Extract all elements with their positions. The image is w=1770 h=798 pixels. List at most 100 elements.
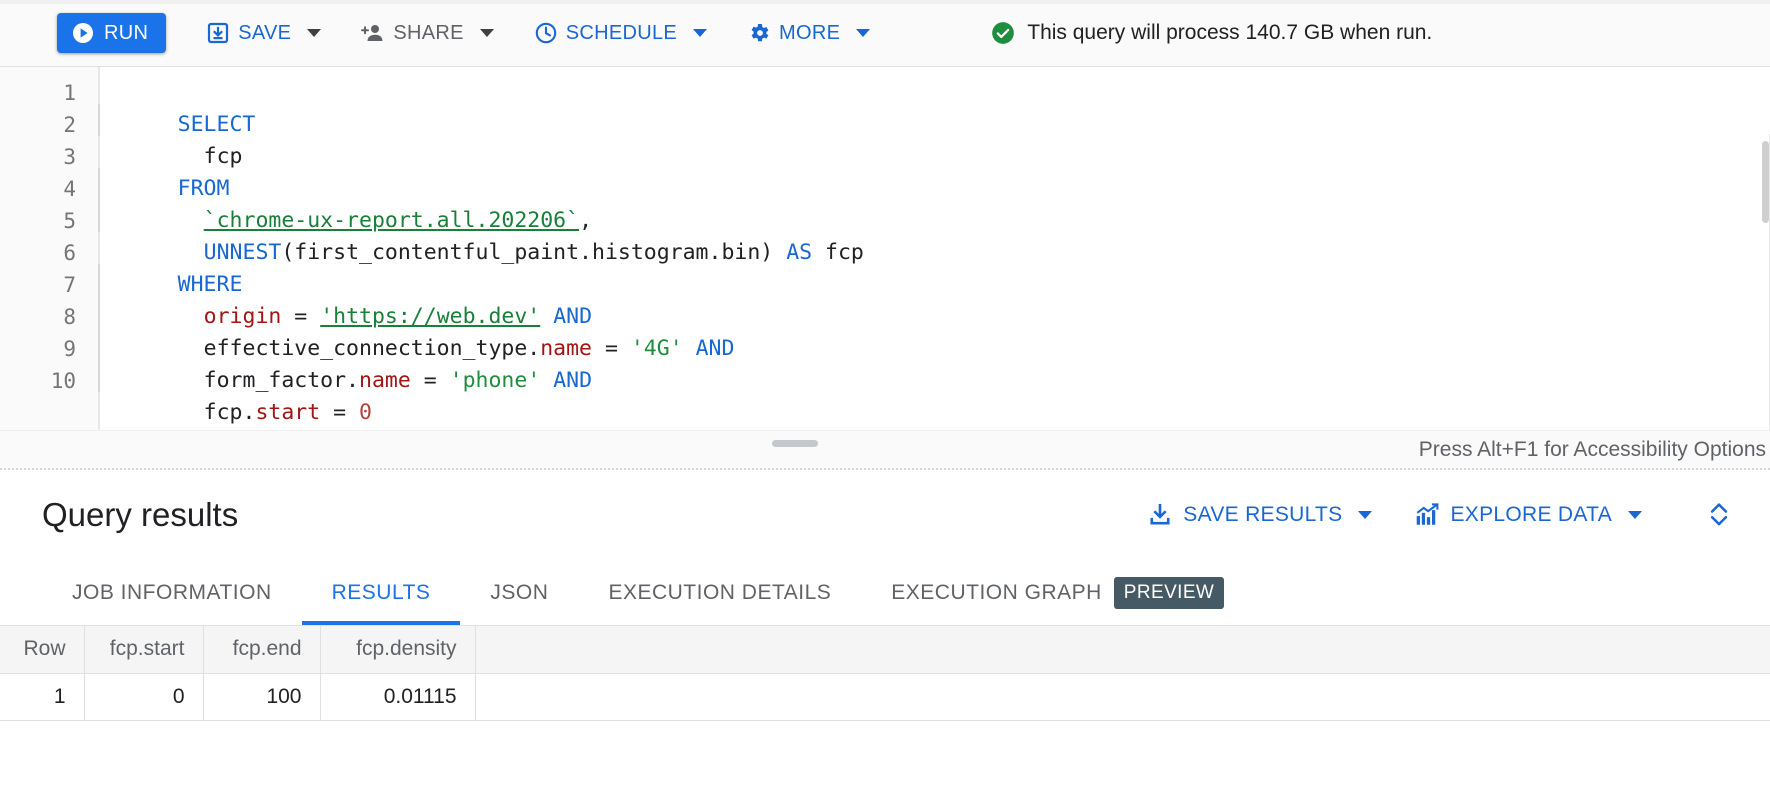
play-circle-icon [71,21,95,45]
explore-data-button[interactable]: EXPLORE DATA [1406,495,1650,535]
more-button-label: MORE [779,22,840,45]
check-circle-icon [990,20,1016,46]
column-header-filler [475,626,1770,673]
line-number: 2 [0,109,76,141]
column-header-end[interactable]: fcp.end [203,626,320,673]
tab-json[interactable]: JSON [460,560,578,625]
code-line-1: SELECT [100,77,255,109]
line-number: 1 [0,77,76,109]
code-line-7: origin = 'https://web.dev' AND [100,269,592,301]
line-number: 8 [0,301,76,333]
more-chevron-down-icon[interactable] [856,29,870,37]
token-eq: = [333,400,346,425]
tab-label: EXECUTION GRAPH [891,581,1102,605]
token-unnest-arg: (first_contentful_paint.histogram.bin) [281,240,773,265]
save-download-icon [206,21,230,45]
page-title: Query results [42,496,238,534]
tab-results[interactable]: RESULTS [302,560,461,625]
code-line-6: WHERE [100,237,242,269]
run-button[interactable]: RUN [57,13,166,53]
editor-footer: Press Alt+F1 for Accessibility Options [0,430,1770,469]
panel-splitter-handle[interactable] [772,440,818,447]
query-results-panel: Query results SAVE RESULTS [0,470,1770,798]
save-results-button[interactable]: SAVE RESULTS [1139,495,1380,535]
save-results-chevron-down-icon[interactable] [1358,511,1372,519]
schedule-button[interactable]: SCHEDULE [524,13,687,53]
person-add-icon [361,21,385,45]
column-header-start[interactable]: fcp.start [84,626,203,673]
tab-execution-details[interactable]: EXECUTION DETAILS [578,560,861,625]
save-results-label: SAVE RESULTS [1183,503,1342,527]
token-eq: = [605,336,618,361]
unfold-more-icon [1704,499,1734,532]
cell-row-number: 1 [0,673,84,720]
sql-editor[interactable]: 1 SELECT 2 fcp 3 FROM 4 `chrome-ux-repor… [0,67,1770,469]
expand-collapse-button[interactable] [1702,495,1736,535]
tab-label: JSON [490,581,548,605]
cell-fcp-start: 0 [84,673,203,720]
clock-icon [534,21,558,45]
column-header-density[interactable]: fcp.density [320,626,475,673]
run-button-label: RUN [104,22,148,45]
results-table: Row fcp.start fcp.end fcp.density 1 0 10… [0,626,1770,721]
more-button[interactable]: MORE [737,13,850,53]
code-line-10: fcp.start = 0 [100,365,372,397]
line-number: 7 [0,269,76,301]
token-fcp-alias: fcp [825,240,864,265]
line-number: 3 [0,141,76,173]
query-cost-text: This query will process 140.7 GB when ru… [1027,21,1432,45]
query-toolbar: RUN SAVE SHARE [0,0,1770,67]
status-badge: PREVIEW [1114,577,1224,609]
table-header-row: Row fcp.start fcp.end fcp.density [0,626,1770,673]
cell-fcp-end: 100 [203,673,320,720]
results-tabs: JOB INFORMATION RESULTS JSON EXECUTION D… [0,560,1770,626]
tab-execution-graph[interactable]: EXECUTION GRAPH PREVIEW [861,560,1254,625]
token-as: AS [786,240,812,265]
results-table-head: Row fcp.start fcp.end fcp.density [0,626,1770,673]
chart-icon [1414,502,1440,528]
table-row[interactable]: 1 0 100 0.01115 [0,673,1770,720]
tab-label: JOB INFORMATION [72,581,272,605]
schedule-chevron-down-icon[interactable] [693,29,707,37]
results-header: Query results SAVE RESULTS [0,470,1770,560]
download-icon [1147,502,1173,528]
explore-data-chevron-down-icon[interactable] [1628,511,1642,519]
tab-label: RESULTS [332,581,431,605]
token-zero: 0 [359,400,372,425]
code-line-4: `chrome-ux-report.all.202206`, [100,173,592,205]
editor-vertical-scrollbar[interactable] [1762,141,1769,223]
line-number: 10 [0,365,76,397]
results-header-actions: SAVE RESULTS EXPLORE DATA [1139,495,1770,535]
line-number: 9 [0,333,76,365]
token-and: AND [553,368,592,393]
schedule-button-label: SCHEDULE [566,22,677,45]
line-number: 5 [0,205,76,237]
token-4g-literal: '4G' [631,336,683,361]
save-button-label: SAVE [238,22,291,45]
accessibility-hint: Press Alt+F1 for Accessibility Options [1419,438,1766,462]
share-chevron-down-icon[interactable] [480,29,494,37]
code-line-9: form_factor.name = 'phone' AND [100,333,592,365]
code-line-2: fcp [100,109,243,141]
token-start: start [255,400,320,425]
line-number: 6 [0,237,76,269]
column-header-row[interactable]: Row [0,626,84,673]
code-line-8: effective_connection_type.name = '4G' AN… [100,301,734,333]
code-line-3: FROM [100,141,229,173]
gear-icon [747,21,771,45]
save-button[interactable]: SAVE [196,13,301,53]
share-button[interactable]: SHARE [351,13,473,53]
tab-label: EXECUTION DETAILS [608,581,831,605]
cell-fcp-density: 0.01115 [320,673,475,720]
code-line-5: UNNEST(first_contentful_paint.histogram.… [100,205,864,237]
tab-job-information[interactable]: JOB INFORMATION [42,560,302,625]
token-eq: = [424,368,437,393]
cell-filler [475,673,1770,720]
save-chevron-down-icon[interactable] [307,29,321,37]
token-and: AND [696,336,735,361]
results-table-body: 1 0 100 0.01115 [0,673,1770,720]
share-button-label: SHARE [393,22,463,45]
explore-data-label: EXPLORE DATA [1450,503,1612,527]
token-phone-literal: 'phone' [450,368,541,393]
token-fcp-prefix: fcp. [204,400,256,425]
